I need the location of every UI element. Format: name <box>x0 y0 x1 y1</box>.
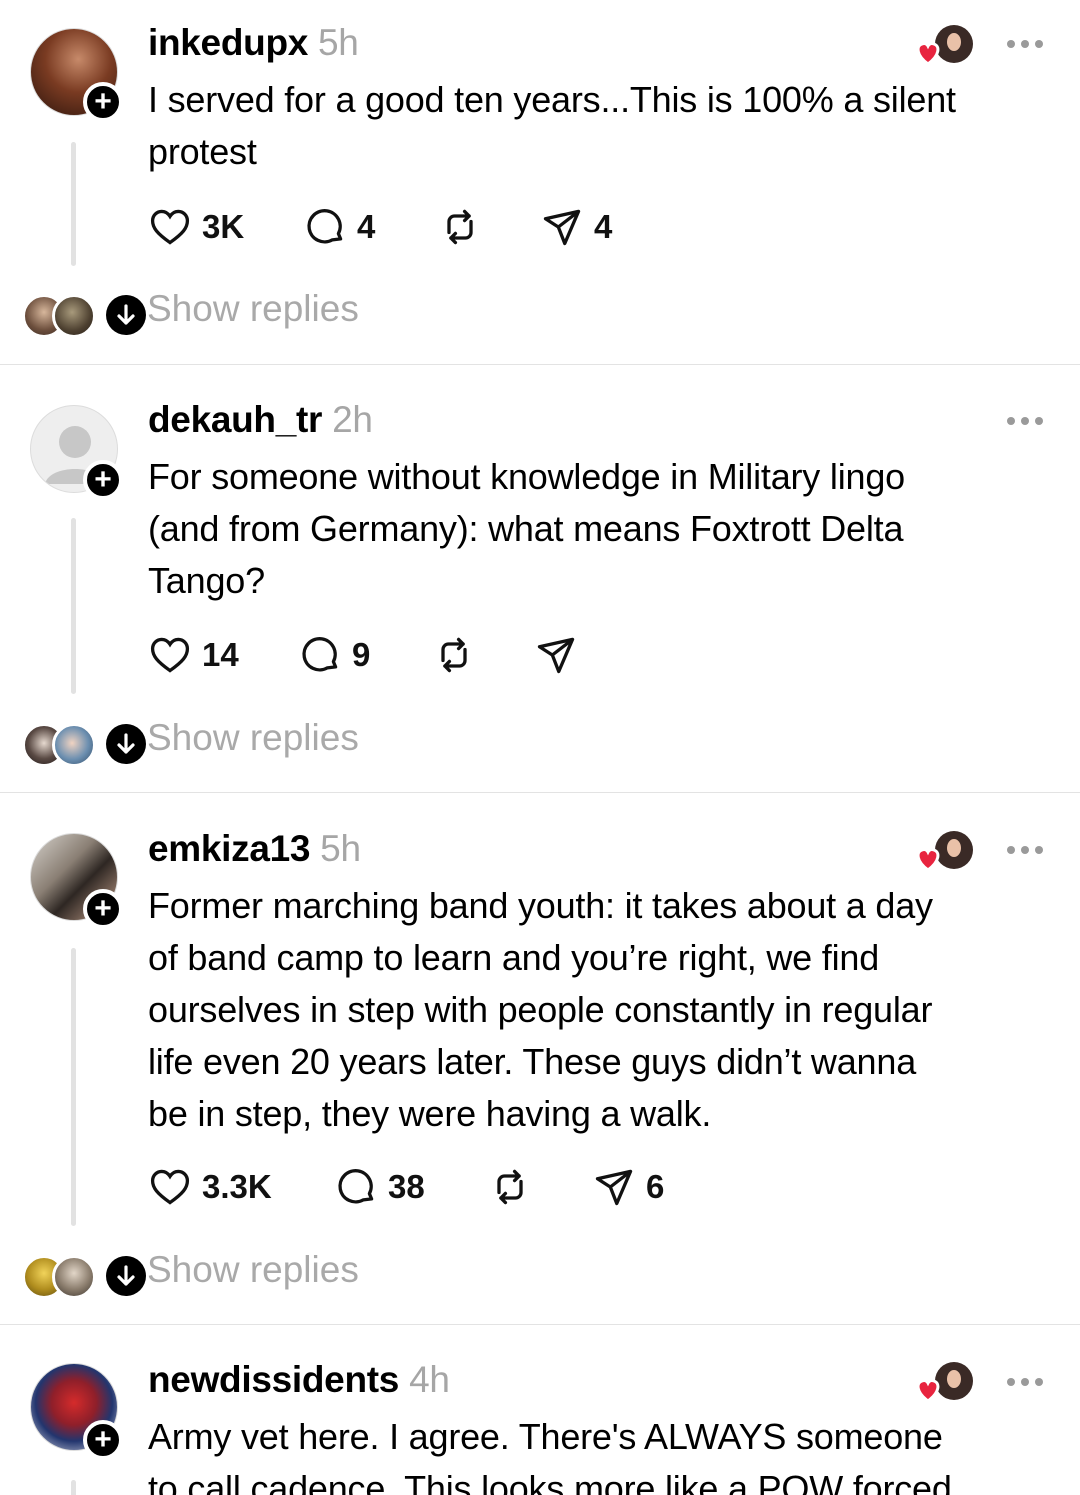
more-icon[interactable] <box>1005 1376 1045 1388</box>
liked-by-author-badge <box>912 22 976 72</box>
share-button[interactable]: 4 <box>540 202 612 252</box>
repost-icon <box>497 1169 523 1205</box>
heart-icon <box>150 1169 190 1205</box>
username-text[interactable]: inkedupx <box>148 22 308 63</box>
like-button[interactable]: 3K <box>148 202 244 252</box>
post-time: 2h <box>332 399 373 440</box>
comment-icon <box>338 1169 374 1204</box>
username-text[interactable]: newdissidents <box>148 1359 399 1400</box>
post-text: Former marching band youth: it takes abo… <box>148 885 933 1134</box>
comment-button[interactable]: 38 <box>334 1162 425 1212</box>
more-icon[interactable] <box>1005 38 1045 50</box>
comment-count: 38 <box>388 1168 425 1205</box>
like-count: 14 <box>202 636 239 673</box>
like-button[interactable]: 3.3K <box>148 1162 272 1212</box>
repost-button[interactable] <box>488 1162 532 1212</box>
share-icon <box>537 637 575 674</box>
post-2: + dekauh_tr 2h For someone without knowle… <box>0 365 1080 793</box>
expand-down-icon[interactable] <box>106 1256 146 1296</box>
post-time: 4h <box>409 1359 450 1400</box>
repost-icon <box>447 209 473 245</box>
follow-plus-icon[interactable]: + <box>83 1420 123 1460</box>
thread-line <box>71 142 76 266</box>
share-count: 4 <box>594 208 613 245</box>
repost-button[interactable] <box>432 630 476 680</box>
heart-icon <box>150 209 190 245</box>
username[interactable]: newdissidents 4h <box>148 1359 450 1401</box>
username-text[interactable]: dekauh_tr <box>148 399 322 440</box>
thread-line <box>71 1480 76 1495</box>
share-icon <box>595 1169 633 1206</box>
username[interactable]: inkedupx 5h <box>148 22 359 64</box>
post-1: + inkedupx 5h I served for a good ten yea… <box>0 0 1080 365</box>
comment-icon <box>307 209 343 244</box>
post-4: + newdissidents 4h Army vet here. I agree… <box>0 1325 1080 1495</box>
repost-icon <box>441 637 467 673</box>
show-replies-link[interactable]: Show replies <box>147 288 359 330</box>
comment-button[interactable]: 4 <box>303 202 375 252</box>
follow-plus-icon[interactable]: + <box>83 889 123 929</box>
post-text: I served for a good ten years...This is … <box>148 79 956 172</box>
post-time: 5h <box>320 828 361 869</box>
follow-plus-icon[interactable]: + <box>83 82 123 122</box>
expand-down-icon[interactable] <box>106 724 146 764</box>
replier-avatar <box>52 294 96 338</box>
more-icon[interactable] <box>1005 415 1045 427</box>
share-button[interactable] <box>534 630 578 680</box>
share-icon <box>543 209 581 246</box>
comment-count: 4 <box>357 208 376 245</box>
expand-down-icon[interactable] <box>106 295 146 335</box>
share-button[interactable]: 6 <box>592 1162 664 1212</box>
show-replies-link[interactable]: Show replies <box>147 717 359 759</box>
post-time: 5h <box>318 22 359 63</box>
replier-avatar <box>52 1255 96 1299</box>
heart-icon <box>150 637 190 673</box>
more-icon[interactable] <box>1005 844 1045 856</box>
comment-count: 9 <box>352 636 371 673</box>
thread-line <box>71 948 76 1226</box>
post-3: + emkiza13 5h Former marching band youth:… <box>0 793 1080 1325</box>
username[interactable]: emkiza13 5h <box>148 828 361 870</box>
repost-button[interactable] <box>438 202 482 252</box>
liked-by-author-badge <box>912 828 976 878</box>
replier-avatar <box>52 723 96 767</box>
username[interactable]: dekauh_tr 2h <box>148 399 373 441</box>
liked-by-author-badge <box>912 1359 976 1409</box>
thread-line <box>71 518 76 694</box>
comment-icon <box>302 637 338 672</box>
like-count: 3.3K <box>202 1168 272 1205</box>
like-button[interactable]: 14 <box>148 630 239 680</box>
like-count: 3K <box>202 208 245 245</box>
username-text[interactable]: emkiza13 <box>148 828 310 869</box>
comment-button[interactable]: 9 <box>298 630 370 680</box>
post-text: For someone without knowledge in Militar… <box>148 456 905 601</box>
share-count: 6 <box>646 1168 665 1205</box>
show-replies-link[interactable]: Show replies <box>147 1249 359 1291</box>
follow-plus-icon[interactable]: + <box>83 460 123 500</box>
post-text: Army vet here. I agree. There's ALWAYS s… <box>148 1416 952 1495</box>
